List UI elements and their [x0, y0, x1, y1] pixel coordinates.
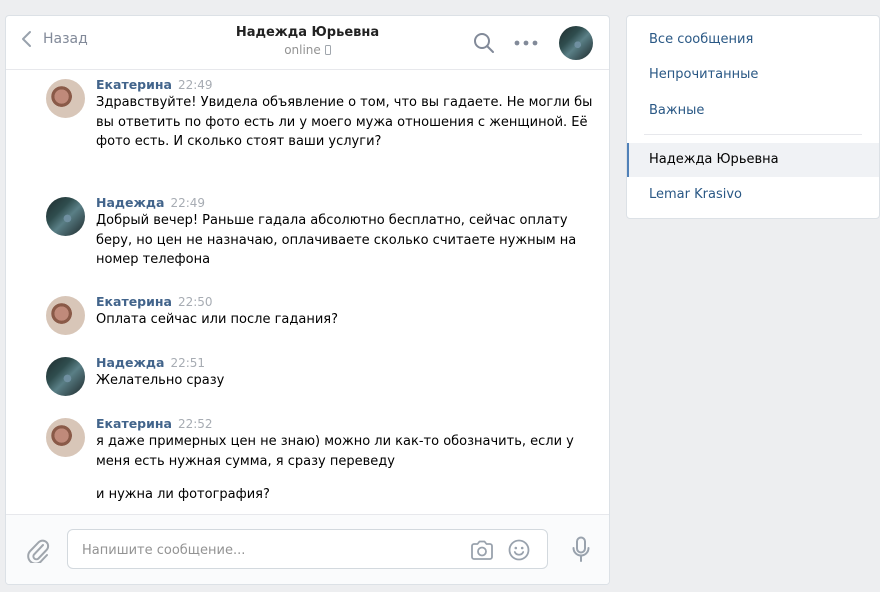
message-line: я даже примерных цен не знаю) можно ли к…: [96, 434, 574, 469]
search-button[interactable]: [473, 32, 495, 58]
filter-unread[interactable]: Непрочитанные: [627, 58, 879, 92]
message-time: 22:51: [170, 356, 206, 370]
filter-all-messages[interactable]: Все сообщения: [627, 23, 879, 57]
message-author[interactable]: Надежда: [96, 195, 164, 210]
back-label: Назад: [43, 31, 88, 47]
camera-icon: [471, 540, 493, 560]
message-item: Надежда 22:51 Желательно сразу: [46, 355, 593, 396]
message-author[interactable]: Надежда: [96, 355, 164, 370]
message-line: и нужна ли фотография?: [96, 487, 270, 502]
message-author[interactable]: Екатерина: [96, 77, 172, 92]
composer: [6, 514, 609, 584]
microphone-icon: [572, 536, 590, 562]
messages-filter-menu: Все сообщения Непрочитанные Важные Надеж…: [626, 15, 880, 219]
peer-status: online: [284, 43, 331, 57]
message-author[interactable]: Екатерина: [96, 416, 172, 431]
message-line: Желательно сразу: [96, 373, 225, 388]
message-item: Надежда 22:49 Добрый вечер! Раньше гадала…: [46, 195, 593, 270]
divider: [644, 134, 862, 135]
message-list[interactable]: Екатерина 22:49 Здравствуйте! Увидела объ…: [6, 71, 609, 514]
message-text: Оплата сейчас или после гадания?: [96, 310, 593, 330]
avatar[interactable]: [46, 197, 85, 236]
peer-status-text: online: [284, 43, 321, 57]
message-author[interactable]: Екатерина: [96, 294, 172, 309]
peer-avatar[interactable]: [559, 26, 593, 60]
voice-button[interactable]: [571, 536, 591, 568]
chevron-left-icon: [22, 31, 31, 47]
message-item: Екатерина 22:52 я даже примерных цен не з…: [46, 416, 593, 505]
message-item: Екатерина 22:50 Оплата сейчас или после г…: [46, 294, 593, 335]
camera-button[interactable]: [470, 539, 494, 565]
avatar[interactable]: [46, 79, 85, 118]
message-text: Здравствуйте! Увидела объявление о том, …: [96, 93, 593, 152]
smile-icon: [508, 539, 530, 561]
message-line: Оплата сейчас или после гадания?: [96, 312, 338, 327]
avatar[interactable]: [46, 296, 85, 335]
emoji-button[interactable]: [508, 539, 530, 565]
message-input-box[interactable]: [67, 529, 548, 569]
message-text: Добрый вечер! Раньше гадала абсолютно бе…: [96, 211, 593, 270]
message-line: Добрый вечер! Раньше гадала абсолютно бе…: [96, 213, 577, 267]
more-button[interactable]: [514, 37, 538, 52]
attach-button[interactable]: [26, 537, 50, 567]
paperclip-icon: [27, 539, 50, 565]
search-icon: [474, 33, 494, 53]
message-time: 22:49: [177, 78, 213, 92]
avatar[interactable]: [46, 418, 85, 457]
message-line: Здравствуйте! Увидела объявление о том, …: [96, 95, 593, 149]
back-button[interactable]: Назад: [20, 30, 88, 48]
chat-panel: Назад Надежда Юрьевна online Екатерина 22…: [5, 15, 610, 585]
avatar[interactable]: [46, 357, 85, 396]
message-input[interactable]: [82, 539, 462, 561]
message-text: я даже примерных цен не знаю) можно ли к…: [96, 432, 593, 505]
chat-header: Назад Надежда Юрьевна online: [6, 16, 609, 70]
more-icon: [514, 40, 538, 46]
message-time: 22:49: [170, 196, 206, 210]
message-text: Желательно сразу: [96, 371, 593, 391]
message-item: Екатерина 22:49 Здравствуйте! Увидела объ…: [46, 77, 593, 152]
message-time: 22:50: [177, 295, 213, 309]
mobile-phone-icon: [324, 45, 331, 55]
conversation-item-active[interactable]: Надежда Юрьевна: [627, 143, 879, 177]
filter-important[interactable]: Важные: [627, 94, 879, 128]
message-time: 22:52: [177, 417, 213, 431]
conversation-item[interactable]: Lemar Krasivo: [627, 178, 879, 212]
